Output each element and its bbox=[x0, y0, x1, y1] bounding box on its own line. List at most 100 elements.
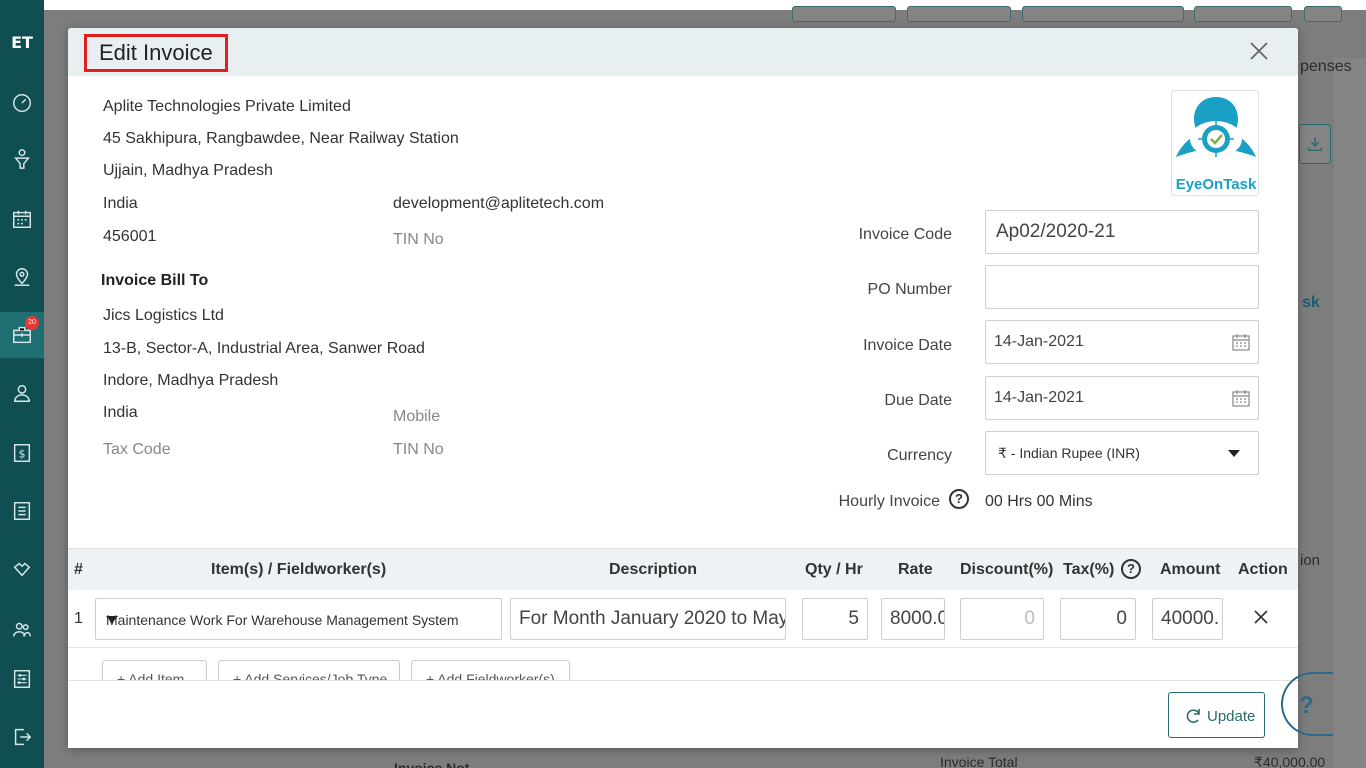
col-qty: Qty / Hr bbox=[805, 561, 863, 578]
help-icon[interactable]: ? bbox=[949, 489, 969, 509]
bill-to-tin-label: TIN No bbox=[393, 441, 444, 458]
remove-row-icon[interactable] bbox=[1252, 608, 1270, 626]
bg-invoice-notes: Invoice Not bbox=[394, 760, 470, 768]
items-table-header: # Item(s) / Fieldworker(s) Description Q… bbox=[68, 548, 1298, 590]
logout-icon bbox=[14, 728, 32, 746]
currency-label: Currency bbox=[887, 447, 952, 464]
bg-column-label: ion bbox=[1300, 552, 1321, 569]
sidebar-item-leads[interactable] bbox=[0, 136, 44, 182]
app-logo[interactable]: ET bbox=[0, 26, 44, 60]
sidebar-item-calendar[interactable] bbox=[0, 196, 44, 242]
sidebar-item-jobs[interactable]: 20 bbox=[0, 312, 44, 358]
modal-title: Edit Invoice bbox=[84, 34, 228, 72]
due-date-input[interactable]: 14-Jan-2021 bbox=[985, 376, 1259, 420]
sidebar-item-invoices[interactable]: $ bbox=[0, 430, 44, 476]
update-label: Update bbox=[1207, 708, 1256, 725]
notification-badge: 20 bbox=[25, 316, 39, 330]
company-logo: EyeOnTask bbox=[1171, 90, 1259, 196]
currency-value: ₹ - Indian Rupee (INR) bbox=[998, 445, 1140, 461]
bg-toolbar-button bbox=[1022, 6, 1184, 22]
bg-tab-label: penses bbox=[1300, 58, 1352, 75]
col-rate: Rate bbox=[898, 561, 933, 578]
chevron-down-icon bbox=[106, 616, 118, 623]
edit-invoice-modal: Edit Invoice Aplite Technologies Private… bbox=[68, 28, 1298, 748]
help-question-icon: ? bbox=[1299, 692, 1314, 719]
sidebar-item-map[interactable] bbox=[0, 254, 44, 300]
bg-toolbar-button bbox=[907, 6, 1011, 22]
hourly-invoice-label: Hourly Invoice bbox=[838, 493, 940, 510]
calendar-icon[interactable] bbox=[1232, 389, 1250, 407]
bill-to-company: Jics Logistics Ltd bbox=[103, 307, 224, 324]
discount-input[interactable]: 0 bbox=[960, 598, 1044, 640]
bg-invoice-total-value: ₹40,000.00 bbox=[1254, 754, 1326, 768]
amount-input: 40000. bbox=[1152, 598, 1223, 640]
bg-download-button bbox=[1299, 124, 1331, 164]
item-select[interactable]: Maintenance Work For Warehouse Managemen… bbox=[95, 598, 502, 640]
col-discount: Discount(%) bbox=[960, 561, 1054, 578]
bg-toolbar-button bbox=[1304, 6, 1342, 22]
refresh-icon bbox=[1186, 709, 1200, 723]
table-row: 1 Maintenance Work For Warehouse Managem… bbox=[68, 590, 1298, 648]
bg-toolbar-button bbox=[1194, 6, 1292, 22]
from-country: India bbox=[103, 195, 138, 212]
qty-input[interactable]: 5 bbox=[802, 598, 868, 640]
sliders-icon bbox=[13, 670, 31, 688]
svg-text:$: $ bbox=[19, 448, 26, 461]
dashboard-gauge-icon bbox=[13, 94, 31, 112]
from-zip: 456001 bbox=[103, 228, 157, 245]
modal-footer bbox=[68, 680, 1298, 748]
due-date-value: 14-Jan-2021 bbox=[994, 389, 1084, 406]
bill-to-tax-code-label: Tax Code bbox=[103, 441, 171, 458]
col-items: Item(s) / Fieldworker(s) bbox=[211, 561, 387, 578]
sidebar-item-clients[interactable] bbox=[0, 370, 44, 416]
sidebar: ET 20 $ bbox=[0, 0, 44, 768]
col-description: Description bbox=[609, 561, 698, 578]
sidebar-item-logout[interactable] bbox=[0, 714, 44, 760]
due-date-label: Due Date bbox=[884, 392, 952, 409]
invoice-date-input[interactable]: 14-Jan-2021 bbox=[985, 320, 1259, 364]
from-company: Aplite Technologies Private Limited bbox=[103, 98, 351, 115]
bg-right-panel bbox=[1334, 58, 1366, 768]
currency-select[interactable]: ₹ - Indian Rupee (INR) bbox=[985, 431, 1259, 475]
invoice-date-label: Invoice Date bbox=[863, 337, 952, 354]
from-address-1: 45 Sakhipura, Rangbawdee, Near Railway S… bbox=[103, 130, 459, 147]
sidebar-item-list[interactable] bbox=[0, 488, 44, 534]
close-icon[interactable] bbox=[1248, 40, 1270, 62]
row-number: 1 bbox=[74, 610, 83, 627]
chevron-down-icon bbox=[1228, 450, 1240, 457]
from-email: development@aplitetech.com bbox=[393, 195, 605, 212]
bill-to-heading: Invoice Bill To bbox=[101, 272, 209, 289]
description-input[interactable]: For Month January 2020 to May 2 bbox=[510, 598, 786, 640]
po-number-input[interactable] bbox=[985, 265, 1259, 309]
col-tax: Tax(%) bbox=[1063, 561, 1115, 578]
list-icon bbox=[13, 502, 31, 520]
item-select-value: Maintenance Work For Warehouse Managemen… bbox=[106, 612, 459, 628]
bg-logo-partial: sk bbox=[1302, 294, 1320, 311]
sidebar-item-audit[interactable] bbox=[0, 546, 44, 592]
calendar-icon[interactable] bbox=[1232, 333, 1250, 351]
modal-header: Edit Invoice bbox=[68, 28, 1298, 76]
hands-icon bbox=[13, 562, 31, 577]
calendar-icon bbox=[13, 210, 31, 228]
bill-to-address-2: Indore, Madhya Pradesh bbox=[103, 372, 279, 389]
dollar-icon: $ bbox=[13, 444, 31, 462]
po-number-label: PO Number bbox=[867, 281, 952, 298]
bill-to-mobile-label: Mobile bbox=[393, 408, 441, 425]
hourly-invoice-value: 00 Hrs 00 Mins bbox=[985, 493, 1093, 510]
invoice-date-value: 14-Jan-2021 bbox=[994, 333, 1084, 350]
bill-to-address-1: 13-B, Sector-A, Industrial Area, Sanwer … bbox=[103, 340, 425, 357]
invoice-code-input[interactable] bbox=[985, 210, 1259, 254]
update-button[interactable]: Update bbox=[1168, 692, 1265, 738]
sidebar-item-users[interactable] bbox=[0, 606, 44, 652]
download-icon bbox=[1307, 137, 1323, 152]
users-icon bbox=[13, 622, 31, 637]
sidebar-item-dashboard[interactable] bbox=[0, 80, 44, 126]
sidebar-item-settings[interactable] bbox=[0, 656, 44, 702]
bg-invoice-total-label: Invoice Total bbox=[940, 754, 1018, 768]
map-pin-icon bbox=[14, 268, 30, 286]
user-icon bbox=[13, 384, 31, 402]
tax-help-icon[interactable]: ? bbox=[1121, 559, 1141, 579]
rate-input[interactable]: 8000.0 bbox=[881, 598, 945, 640]
tax-input[interactable]: 0 bbox=[1060, 598, 1136, 640]
eye-target-logo-icon bbox=[1176, 97, 1256, 157]
